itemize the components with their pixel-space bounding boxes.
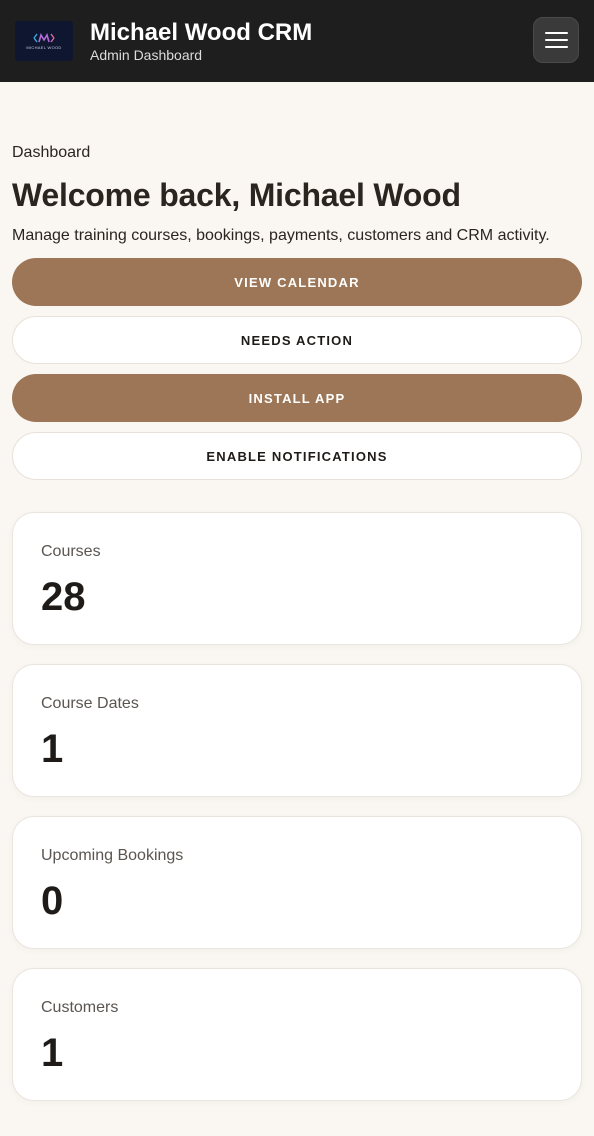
hamburger-menu-icon	[544, 32, 568, 34]
stat-value: 0	[41, 879, 64, 923]
stats-cards: Courses 28 Course Dates 1 Upcoming Booki…	[12, 512, 582, 1101]
stat-card-customers[interactable]: Customers 1	[12, 968, 582, 1101]
main-content: Dashboard Welcome back, Michael Wood Man…	[0, 144, 594, 1101]
stat-label: Upcoming Bookings	[41, 847, 184, 864]
logo-wordmark: MICHAEL WOOD	[26, 45, 62, 50]
stat-label: Course Dates	[41, 695, 139, 712]
top-bar: MICHAEL WOOD Michael Wood CRM Admin Dash…	[0, 0, 594, 82]
brand: Michael Wood CRM Admin Dashboard	[90, 19, 312, 63]
hamburger-menu-icon	[544, 46, 568, 48]
breadcrumb: Dashboard	[12, 144, 91, 161]
brand-logo[interactable]: MICHAEL WOOD	[15, 21, 73, 61]
app-title: Michael Wood CRM	[90, 19, 313, 46]
stat-value: 28	[41, 575, 86, 619]
stat-card-courses[interactable]: Courses 28	[12, 512, 582, 645]
page-description: Manage training courses, bookings, payme…	[12, 227, 550, 244]
stat-label: Courses	[41, 543, 101, 560]
install-app-button[interactable]: INSTALL APP	[12, 374, 582, 422]
action-buttons: VIEW CALENDAR NEEDS ACTION INSTALL APP E…	[12, 258, 582, 480]
needs-action-button[interactable]: NEEDS ACTION	[12, 316, 582, 364]
stat-value: 1	[41, 1031, 64, 1075]
stat-card-upcoming-bookings[interactable]: Upcoming Bookings 0	[12, 816, 582, 949]
stat-card-course-dates[interactable]: Course Dates 1	[12, 664, 582, 797]
page-title: Welcome back, Michael Wood	[12, 177, 461, 213]
hamburger-menu-icon	[544, 39, 568, 41]
stat-label: Customers	[41, 999, 119, 1016]
mw-monogram-icon	[33, 33, 55, 43]
menu-button[interactable]	[533, 17, 579, 63]
enable-notifications-button[interactable]: ENABLE NOTIFICATIONS	[12, 432, 582, 480]
view-calendar-button[interactable]: VIEW CALENDAR	[12, 258, 582, 306]
app-subtitle: Admin Dashboard	[90, 47, 203, 63]
stat-value: 1	[41, 727, 64, 771]
